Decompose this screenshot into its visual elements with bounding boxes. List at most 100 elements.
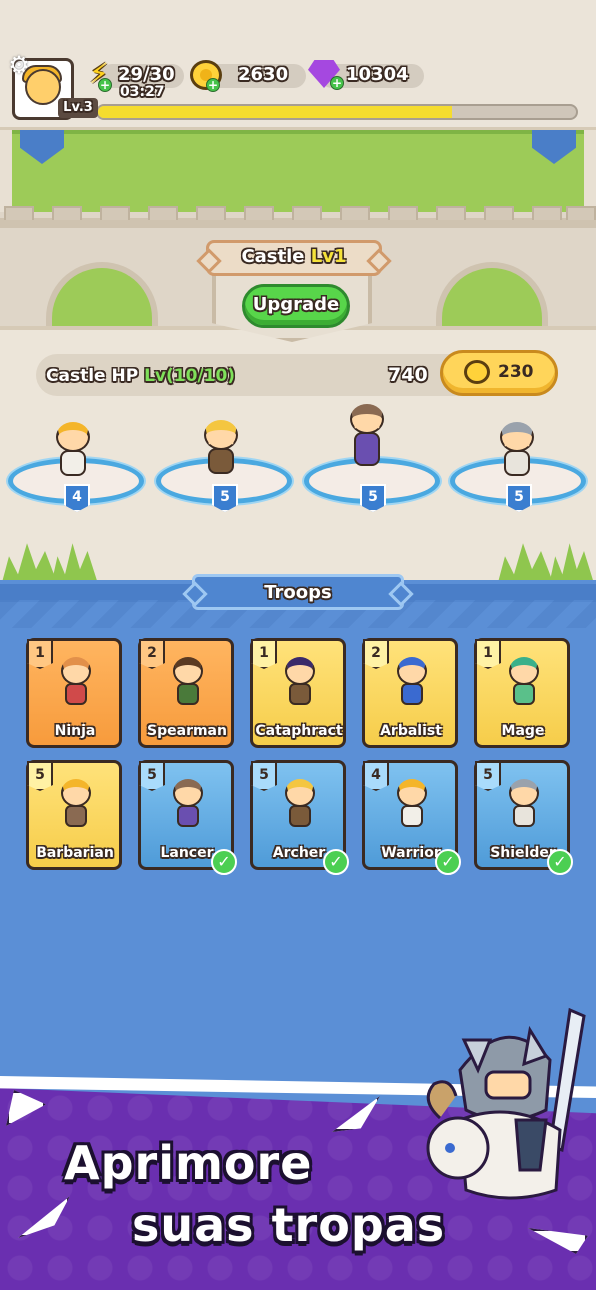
- troop-card-cataphract[interactable]: 1 Cataphract: [250, 638, 346, 748]
- upgrade-button[interactable]: Upgrade: [242, 284, 350, 328]
- battlement: [100, 206, 130, 220]
- portrait-body: [513, 683, 535, 705]
- equipped-check-icon: ✓: [547, 849, 573, 875]
- troop-portrait: [169, 779, 209, 829]
- equipped-check-icon: ✓: [211, 849, 237, 875]
- add-energy-icon[interactable]: +: [98, 78, 112, 92]
- troop-level-badge: 1: [251, 639, 277, 669]
- portrait-body: [401, 683, 423, 705]
- troop-name: Cataphract: [255, 723, 343, 739]
- troop-card-warrior[interactable]: 4 Warrior ✓: [362, 760, 461, 875]
- hp-label-text: Castle HP: [46, 366, 139, 386]
- add-coins-icon[interactable]: +: [206, 78, 220, 92]
- battlement: [532, 206, 562, 220]
- archer-hero: [194, 420, 246, 480]
- troop-portrait: [393, 779, 433, 829]
- troop-level-badge: 5: [251, 761, 277, 791]
- battlement: [566, 206, 596, 220]
- energy-timer: 03:27: [120, 84, 165, 100]
- hero-body: [504, 450, 530, 476]
- troops-title: Troops: [264, 582, 332, 603]
- troop-portrait: [57, 779, 97, 829]
- troop-portrait: [281, 657, 321, 707]
- portrait-head: [509, 657, 539, 685]
- portrait-body: [177, 805, 199, 827]
- troop-name: Ninja: [54, 723, 96, 739]
- portrait-head: [173, 657, 203, 685]
- troop-name: Barbarian: [36, 845, 114, 861]
- knight-mascot: [426, 1007, 586, 1200]
- troop-name: Arbalist: [380, 723, 442, 739]
- battlement: [52, 206, 82, 220]
- castle-hp-label: Castle HP Lv(10/10): [46, 366, 235, 386]
- portrait-head: [61, 657, 91, 685]
- troop-portrait: [57, 657, 97, 707]
- add-gems-icon[interactable]: +: [330, 76, 344, 90]
- portrait-body: [177, 683, 199, 705]
- equipped-check-icon: ✓: [435, 849, 461, 875]
- hero-head: [56, 422, 90, 452]
- player-level: Lv.3: [58, 98, 98, 118]
- lancer-hero: [340, 404, 392, 466]
- battlement: [388, 206, 418, 220]
- portrait-head: [61, 779, 91, 807]
- hp-level-text: Lv(10/10): [144, 366, 236, 386]
- portrait-body: [65, 683, 87, 705]
- portrait-head: [173, 779, 203, 807]
- portrait-body: [289, 683, 311, 705]
- battlement: [436, 206, 466, 220]
- troop-card-archer[interactable]: 5 Archer ✓: [250, 760, 349, 875]
- battlement: [196, 206, 226, 220]
- troop-card-arbalist[interactable]: 2 Arbalist: [362, 638, 458, 748]
- castle-lawn: [12, 124, 584, 212]
- castle-hp-value: 740: [388, 364, 428, 386]
- troop-level-badge: 4: [363, 761, 389, 791]
- castle-name: Castle: [241, 246, 305, 267]
- xp-progress-bar: [96, 104, 578, 120]
- hp-upgrade-cost: 230: [498, 362, 534, 382]
- hero-head: [500, 422, 534, 452]
- battlement: [484, 206, 514, 220]
- troop-card-mage[interactable]: 1 Mage: [474, 638, 570, 748]
- battlement: [292, 206, 322, 220]
- energy-value: 29/30: [118, 64, 175, 85]
- troop-card-shielder[interactable]: 5 Shielder ✓: [474, 760, 573, 875]
- shielder-hero: [490, 422, 542, 482]
- troop-portrait: [281, 779, 321, 829]
- portrait-body: [513, 805, 535, 827]
- troop-name: Spearman: [147, 723, 227, 739]
- troop-card-lancer[interactable]: 5 Lancer ✓: [138, 760, 237, 875]
- promo-headline-line1: Aprimore: [64, 1136, 313, 1190]
- troop-level-badge: 1: [475, 639, 501, 669]
- portrait-head: [397, 657, 427, 685]
- equipped-check-icon: ✓: [323, 849, 349, 875]
- troop-card-spearman[interactable]: 2 Spearman: [138, 638, 234, 748]
- promo-headline-line2: suas tropas: [132, 1198, 446, 1252]
- troop-portrait: [505, 657, 545, 707]
- hero-body: [354, 432, 380, 466]
- hero-head: [204, 420, 238, 450]
- troop-level-badge: 5: [475, 761, 501, 791]
- hero-body: [208, 448, 234, 474]
- portrait-body: [65, 805, 87, 827]
- castle-level: Lv1: [310, 246, 347, 267]
- portrait-head: [509, 779, 539, 807]
- gear-icon[interactable]: ⚙: [6, 52, 32, 78]
- portrait-head: [397, 779, 427, 807]
- troop-card-ninja[interactable]: 1 Ninja: [26, 638, 122, 748]
- coin-icon: [464, 360, 490, 384]
- troop-portrait: [505, 779, 545, 829]
- xp-progress-fill: [98, 106, 452, 118]
- troop-level-badge: 5: [139, 761, 165, 791]
- battlement: [244, 206, 274, 220]
- warrior-hero: [46, 422, 98, 482]
- castle-title: Castle Lv1: [206, 246, 382, 267]
- battlement: [4, 206, 34, 220]
- troop-name: Mage: [501, 723, 545, 739]
- troop-card-barbarian[interactable]: 5 Barbarian: [26, 760, 122, 870]
- troop-portrait: [169, 657, 209, 707]
- troop-portrait: [393, 657, 433, 707]
- battlement: [148, 206, 178, 220]
- battlement: [340, 206, 370, 220]
- gem-value: 10304: [346, 64, 409, 85]
